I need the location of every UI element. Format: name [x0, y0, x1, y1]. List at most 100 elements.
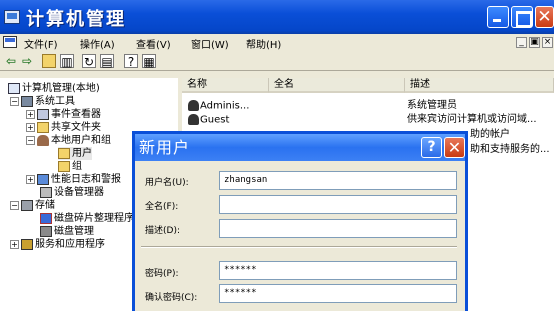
storage-icon [21, 199, 33, 211]
user-description: 供来宾访问计算机或访问域... [407, 114, 537, 125]
tree-item-label: 服务和应用程序 [35, 239, 105, 250]
tree-item-label: 系统工具 [35, 96, 75, 107]
menu-bar: 文件(F) 操作(A) 查看(V) 窗口(W) 帮助(H) _ ▣ × [0, 34, 554, 51]
dialog-close-button[interactable]: ✕ [444, 137, 465, 158]
collapse-icon[interactable]: − [10, 200, 19, 210]
tree-item-performance-logs[interactable]: + 性能日志和警报 [26, 173, 121, 186]
tree-item-computer-management[interactable]: 计算机管理(本地) [8, 82, 100, 95]
window-title: 计算机管理 [26, 9, 126, 30]
tree-item-label: 事件查看器 [51, 109, 101, 120]
mmc-document-icon[interactable] [3, 36, 17, 48]
help-icon[interactable]: ? [124, 54, 138, 69]
performance-icon [37, 173, 49, 185]
tree-item-shared-folders[interactable]: + 共享文件夹 [26, 121, 101, 134]
back-icon[interactable]: ⇦ [4, 54, 18, 68]
defrag-icon [40, 212, 52, 224]
event-viewer-icon [37, 108, 49, 120]
services-icon [21, 238, 33, 250]
folder-icon [58, 160, 70, 172]
tree-item-disk-defragmenter[interactable]: 磁盘碎片整理程序 [40, 212, 134, 225]
minimize-button[interactable] [487, 6, 509, 28]
password-field[interactable]: ****** [219, 261, 457, 280]
tools-icon [21, 95, 33, 107]
close-button[interactable]: ✕ [535, 6, 554, 28]
tree-item-label: 磁盘碎片整理程序 [54, 213, 134, 224]
menu-view[interactable]: 查看(V) [136, 36, 171, 51]
show-hide-tree-icon[interactable]: ▥ [60, 54, 74, 69]
computer-icon [8, 82, 20, 94]
user-icon [188, 100, 199, 111]
confirm-password-field[interactable]: ****** [219, 284, 457, 303]
computer-management-icon [4, 10, 20, 24]
user-name: Guest [200, 114, 230, 126]
menu-help[interactable]: 帮助(H) [246, 36, 281, 51]
column-header-description[interactable]: 描述 [405, 78, 554, 93]
confirm-password-label: 确认密码(C): [145, 293, 198, 303]
shared-folder-icon [37, 121, 49, 133]
dialog-title: 新用户 [139, 138, 191, 157]
user-description: 助的帐户 [470, 129, 510, 140]
expand-icon[interactable]: + [26, 109, 35, 119]
fullname-field[interactable] [219, 195, 457, 214]
maximize-button[interactable] [511, 6, 533, 28]
tree-item-device-manager[interactable]: 设备管理器 [40, 186, 104, 199]
window-titlebar: 计算机管理 ✕ [0, 0, 554, 34]
tree-item-label: 计算机管理(本地) [22, 83, 100, 94]
refresh-icon[interactable]: ↻ [82, 54, 96, 69]
tree-item-label: 存储 [35, 200, 55, 211]
new-user-dialog: 新用户 ? ✕ 用户名(U): zhangsan 全名(F): 描述(D): 密… [132, 131, 468, 311]
tree-item-disk-management[interactable]: 磁盘管理 [40, 225, 94, 238]
toolbar: ⇦ ⇨ ▥ ↻ ▤ ? ▦ [0, 51, 554, 71]
dialog-titlebar: 新用户 [135, 134, 465, 161]
tree-item-label: 组 [72, 161, 82, 172]
tree-item-label: 本地用户和组 [51, 135, 111, 146]
tree-item-event-viewer[interactable]: + 事件查看器 [26, 108, 101, 121]
tree-item-label: 用户 [72, 148, 92, 159]
description-label: 描述(D): [145, 226, 180, 236]
mdi-minimize-button[interactable]: _ [516, 37, 527, 48]
properties-icon[interactable]: ▦ [142, 54, 156, 69]
menu-action[interactable]: 操作(A) [80, 36, 115, 51]
list-item[interactable]: Guest [188, 114, 229, 127]
list-item[interactable]: Adminis... [188, 100, 249, 113]
export-list-icon[interactable]: ▤ [100, 54, 114, 69]
expand-icon[interactable]: + [10, 239, 19, 249]
mdi-restore-button[interactable]: ▣ [529, 37, 540, 48]
device-manager-icon [40, 186, 52, 198]
username-label: 用户名(U): [145, 178, 189, 188]
user-name: Adminis... [200, 100, 250, 112]
up-folder-icon[interactable] [42, 54, 56, 68]
collapse-icon[interactable]: − [10, 96, 19, 106]
mdi-close-button[interactable]: × [542, 37, 553, 48]
fullname-label: 全名(F): [145, 202, 179, 212]
collapse-icon[interactable]: − [26, 135, 35, 145]
tree-item-label: 设备管理器 [54, 187, 104, 198]
tree-item-label: 磁盘管理 [54, 226, 94, 237]
users-groups-icon [37, 134, 49, 146]
menu-window[interactable]: 窗口(W) [191, 36, 229, 51]
user-icon [188, 114, 199, 125]
tree-item-system-tools[interactable]: − 系统工具 [10, 95, 75, 108]
tree-item-services-applications[interactable]: + 服务和应用程序 [10, 238, 105, 251]
tree-item-label: 性能日志和警报 [51, 174, 121, 185]
column-header-name[interactable]: 名称 [182, 78, 269, 93]
tree-item-local-users-groups[interactable]: − 本地用户和组 [26, 134, 111, 147]
username-field[interactable]: zhangsan [219, 171, 457, 190]
password-label: 密码(P): [145, 269, 179, 279]
description-field[interactable] [219, 219, 457, 238]
tree-item-label: 共享文件夹 [51, 122, 101, 133]
dialog-help-button[interactable]: ? [421, 137, 442, 158]
column-header-fullname[interactable]: 全名 [269, 78, 405, 93]
expand-icon[interactable]: + [26, 122, 35, 132]
expand-icon[interactable]: + [26, 174, 35, 184]
forward-icon[interactable]: ⇨ [20, 54, 34, 68]
disk-management-icon [40, 225, 52, 237]
menu-file[interactable]: 文件(F) [24, 36, 58, 51]
tree-item-storage[interactable]: − 存储 [10, 199, 55, 212]
tree-item-users[interactable]: 用户 [58, 147, 92, 160]
dialog-separator [141, 246, 457, 248]
user-description: 系统管理员 [407, 100, 457, 111]
user-description: 助和支持服务的... [470, 144, 550, 155]
folder-icon [58, 147, 70, 159]
tree-item-groups[interactable]: 组 [58, 160, 82, 173]
